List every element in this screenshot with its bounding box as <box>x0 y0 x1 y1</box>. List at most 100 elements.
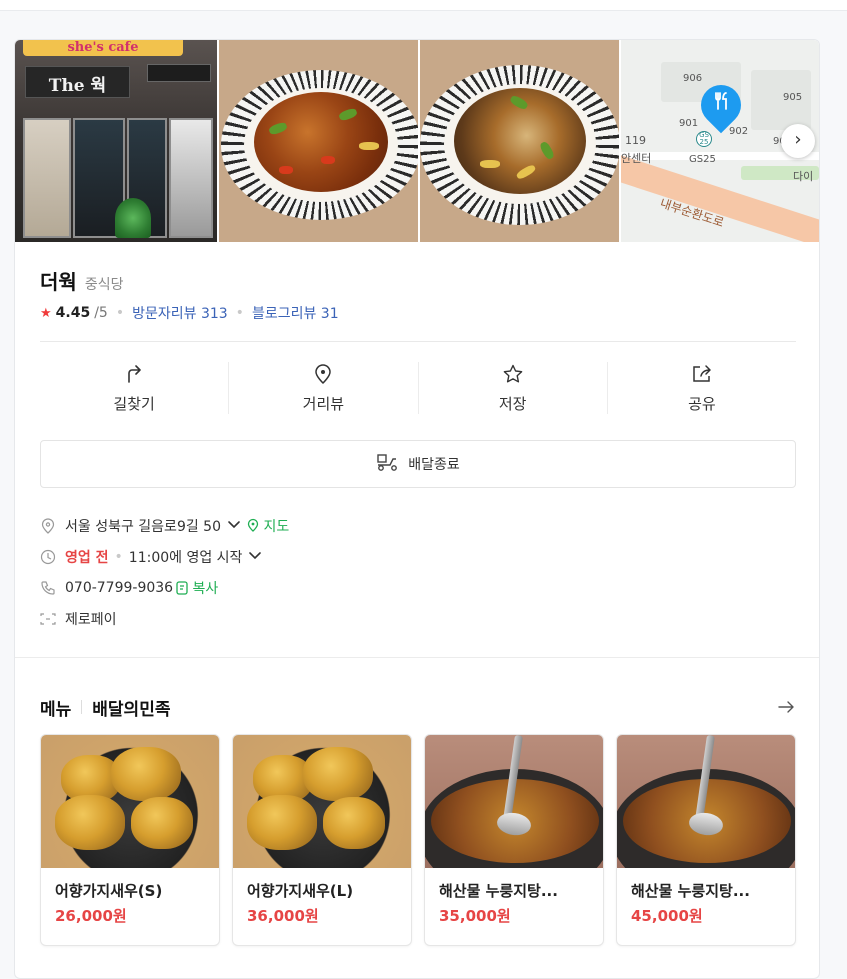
menu-item-price: 35,000원 <box>439 907 511 925</box>
map-pin-icon <box>247 518 259 532</box>
menu-item-photo <box>233 735 411 868</box>
map-label: 905 <box>783 92 803 103</box>
restaurant-icon <box>711 90 733 114</box>
vegetable <box>480 160 500 168</box>
menu-source: 배달의민족 <box>92 699 171 720</box>
menu-item-price: 36,000원 <box>247 907 319 925</box>
delivery-status-label: 배달종료 <box>408 457 460 473</box>
action-bar: 길찾기 거리뷰 저장 공유 <box>40 362 796 414</box>
save-label: 저장 <box>498 395 527 413</box>
phone-row: 070-7799-9036 복사 <box>40 572 796 603</box>
menu-item-card[interactable]: 어향가지새우(L) 36,000원 <box>232 734 412 946</box>
clock-icon <box>40 549 56 565</box>
menu-header: 메뉴 배달의민족 <box>40 694 796 720</box>
store-sign-small <box>147 64 211 82</box>
vegetable <box>321 156 335 164</box>
map-label: 902 <box>729 126 749 137</box>
street-view-label: 거리뷰 <box>302 395 345 413</box>
fried-piece <box>131 797 193 849</box>
street-view-button[interactable]: 거리뷰 <box>229 362 419 414</box>
map-thumbnail[interactable]: 906 905 901 902 903 GS25 119 안센터 다이 내부순환… <box>621 40 819 242</box>
map-label: 다이 <box>793 170 814 183</box>
store-window <box>169 118 213 238</box>
map-label: 안센터 <box>621 152 652 165</box>
place-details: 서울 성북구 길음로9길 50 지도 영업 전 • 11:00에 영업 시작 0… <box>40 510 796 634</box>
copy-icon <box>176 580 188 595</box>
star-icon: ★ <box>40 305 52 321</box>
map-link-label: 지도 <box>263 518 290 535</box>
vegetable <box>279 166 293 174</box>
save-button[interactable]: 저장 <box>419 362 608 414</box>
location-pin-icon <box>40 517 56 534</box>
storefront-photo[interactable]: she's cafe The 웍 <box>15 40 217 242</box>
zeropay-icon <box>40 611 56 627</box>
copy-label: 복사 <box>192 580 219 597</box>
arrow-right-icon[interactable] <box>776 697 796 717</box>
vegetable <box>359 142 379 150</box>
share-label: 공유 <box>688 395 716 413</box>
visitor-reviews-link[interactable]: 방문자리뷰 313 <box>132 303 228 323</box>
menu-item-name: 해산물 누룽지탕... <box>439 882 558 900</box>
delivery-status-button[interactable]: 배달종료 <box>40 440 796 488</box>
share-button[interactable]: 공유 <box>608 362 796 414</box>
map-link[interactable]: 지도 <box>247 516 289 536</box>
menu-separator <box>81 700 83 714</box>
dish-photo-2[interactable] <box>420 40 619 242</box>
star-icon <box>501 362 525 386</box>
opening-hours: 11:00에 영업 시작 <box>128 549 243 566</box>
fried-piece <box>111 747 181 801</box>
rating-score: 4.45 <box>55 305 91 321</box>
directions-button[interactable]: 길찾기 <box>40 362 230 414</box>
fried-piece <box>323 797 385 849</box>
menu-item-photo <box>425 735 603 868</box>
address-row: 서울 성북구 길음로9길 50 지도 <box>40 510 796 541</box>
menu-title: 메뉴 <box>40 699 72 720</box>
blog-reviews-link[interactable]: 블로그리뷰 31 <box>252 303 339 323</box>
payment-row: 제로페이 <box>40 603 796 634</box>
fried-piece <box>55 795 125 850</box>
flower-stand <box>115 198 151 238</box>
section-divider <box>15 657 819 658</box>
divider <box>40 341 796 342</box>
store-sign-name: The 웍 <box>25 66 130 98</box>
menu-item-name: 해산물 누룽지탕... <box>631 882 750 900</box>
share-icon <box>690 362 714 386</box>
menu-item-photo <box>41 735 219 868</box>
menu-item-price: 26,000원 <box>55 907 127 925</box>
place-category: 중식당 <box>84 277 124 293</box>
copy-button[interactable]: 복사 <box>176 578 218 598</box>
menu-item-card[interactable]: 어향가지새우(S) 26,000원 <box>40 734 220 946</box>
menu-item-name: 어향가지새우(S) <box>55 882 163 900</box>
fried-piece <box>303 747 373 801</box>
photo-strip: she's cafe The 웍 906 905 901 902 GS25 11… <box>15 40 819 242</box>
business-status: 영업 전 <box>65 549 109 566</box>
menu-item-price: 45,000원 <box>631 907 703 925</box>
separator-dot: • <box>115 305 125 321</box>
store-sign-top: she's cafe <box>23 40 183 56</box>
chevron-down-icon[interactable] <box>227 518 241 534</box>
menu-item-card[interactable]: 해산물 누룽지탕... 35,000원 <box>424 734 604 946</box>
map-label: 119 <box>625 134 646 147</box>
chevron-down-icon[interactable] <box>248 549 262 565</box>
gs25-icon: GS 25 <box>696 131 712 147</box>
separator-dot: • <box>114 548 123 565</box>
rating-row: ★ 4.45/5 • 방문자리뷰 313 • 블로그리뷰 31 <box>40 303 796 323</box>
dish-photo-1[interactable] <box>219 40 418 242</box>
map-label: GS25 <box>689 154 716 165</box>
place-info: 더웍 중식당 ★ 4.45/5 • 방문자리뷰 313 • 블로그리뷰 31 <box>40 266 796 323</box>
menu-item-name: 어향가지새우(L) <box>247 882 354 900</box>
phone-icon <box>40 580 56 596</box>
place-name: 더웍 <box>40 270 77 294</box>
chevron-right-icon[interactable]: › <box>781 124 815 158</box>
directions-label: 길찾기 <box>113 395 155 413</box>
delivery-scooter-icon <box>376 452 400 476</box>
phone-number[interactable]: 070-7799-9036 <box>65 580 173 596</box>
menu-list: 어향가지새우(S) 26,000원 어향가지새우(L) 36,000원 해산물 … <box>40 734 796 946</box>
directions-icon <box>122 362 146 386</box>
address-text: 서울 성북구 길음로9길 50 <box>65 518 221 535</box>
place-card: she's cafe The 웍 906 905 901 902 GS25 11… <box>14 39 820 979</box>
menu-item-card[interactable]: 해산물 누룽지탕... 45,000원 <box>616 734 796 946</box>
rating-max: /5 <box>94 305 108 321</box>
map-label: 901 <box>679 118 699 129</box>
map-label: 906 <box>683 73 703 84</box>
